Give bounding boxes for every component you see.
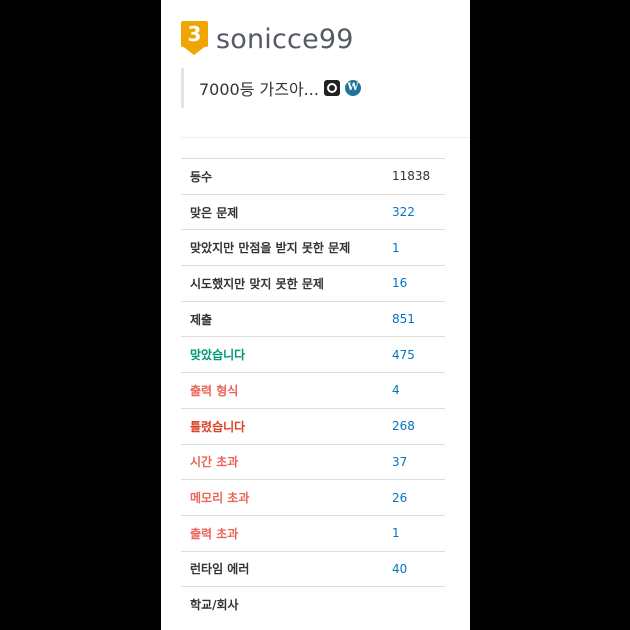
stat-value-link[interactable]: 16 [383,266,445,302]
stat-value [383,587,445,623]
stat-row-accepted: 맞았습니다 475 [181,336,445,373]
stat-label: 시간 초과 [190,455,239,470]
status-message-box: 7000등 가즈아... [181,68,361,108]
stat-value-link[interactable]: 322 [383,194,445,230]
stat-row-submissions: 제출 851 [181,301,445,337]
stat-row-memory-limit: 메모리 초과 26 [181,479,445,516]
tier-number: 3 [181,21,208,47]
stat-row-runtime-error: 런타임 에러 40 [181,551,445,587]
stat-row-time-limit: 시간 초과 37 [181,444,445,480]
stat-value-link[interactable]: 40 [383,551,445,587]
stat-value-link[interactable]: 26 [383,480,445,516]
stat-label: 메모리 초과 [190,491,250,506]
stat-label: 틀렸습니다 [190,419,246,434]
stat-row-failed: 시도했지만 맞지 못한 문제 16 [181,265,445,302]
stat-value-link[interactable]: 851 [383,301,445,337]
stat-value-link[interactable]: 37 [383,444,445,480]
stat-row-rank: 등수 11838 [181,158,445,195]
stat-label: 시도했지만 맞지 못한 문제 [190,276,324,291]
divider [181,137,470,138]
stat-label: 학교/회사 [190,598,239,613]
wordpress-icon[interactable] [344,80,361,96]
stat-value-link[interactable]: 1 [383,515,445,551]
stat-row-presentation-error: 출력 형식 4 [181,372,445,409]
stat-row-wrong: 틀렸습니다 268 [181,408,445,444]
stat-value-link[interactable]: 475 [383,337,445,373]
stat-label: 맞은 문제 [190,205,239,220]
stat-label: 제출 [190,312,213,327]
profile-header: 3 sonicce99 [181,20,354,58]
stats-table: 등수 11838 맞은 문제 322 맞았지만 만점을 받지 못한 문제 1 시… [181,158,445,622]
stat-value-link[interactable]: 4 [383,373,445,409]
stat-label: 맞았습니다 [190,348,246,363]
tier-badge-icon: 3 [181,21,208,57]
stat-value-link[interactable]: 1 [383,230,445,266]
github-icon[interactable] [323,80,340,96]
stat-label: 등수 [190,169,213,184]
stat-value-link[interactable]: 268 [383,408,445,444]
stat-row-solved: 맞은 문제 322 [181,194,445,230]
stat-row-school: 학교/회사 [181,586,445,623]
stat-value: 11838 [392,169,431,184]
stat-label: 출력 초과 [190,526,239,541]
username[interactable]: sonicce99 [216,24,354,55]
stat-row-partial: 맞았지만 만점을 받지 못한 문제 1 [181,229,445,266]
stat-label: 출력 형식 [190,383,239,398]
stat-label: 런타임 에러 [190,562,250,577]
stat-row-output-limit: 출력 초과 1 [181,515,445,551]
status-message: 7000등 가즈아... [199,80,319,99]
profile-panel: 3 sonicce99 7000등 가즈아... 등수 11838 맞은 문제 … [161,0,470,630]
stat-label: 맞았지만 만점을 받지 못한 문제 [190,241,351,256]
